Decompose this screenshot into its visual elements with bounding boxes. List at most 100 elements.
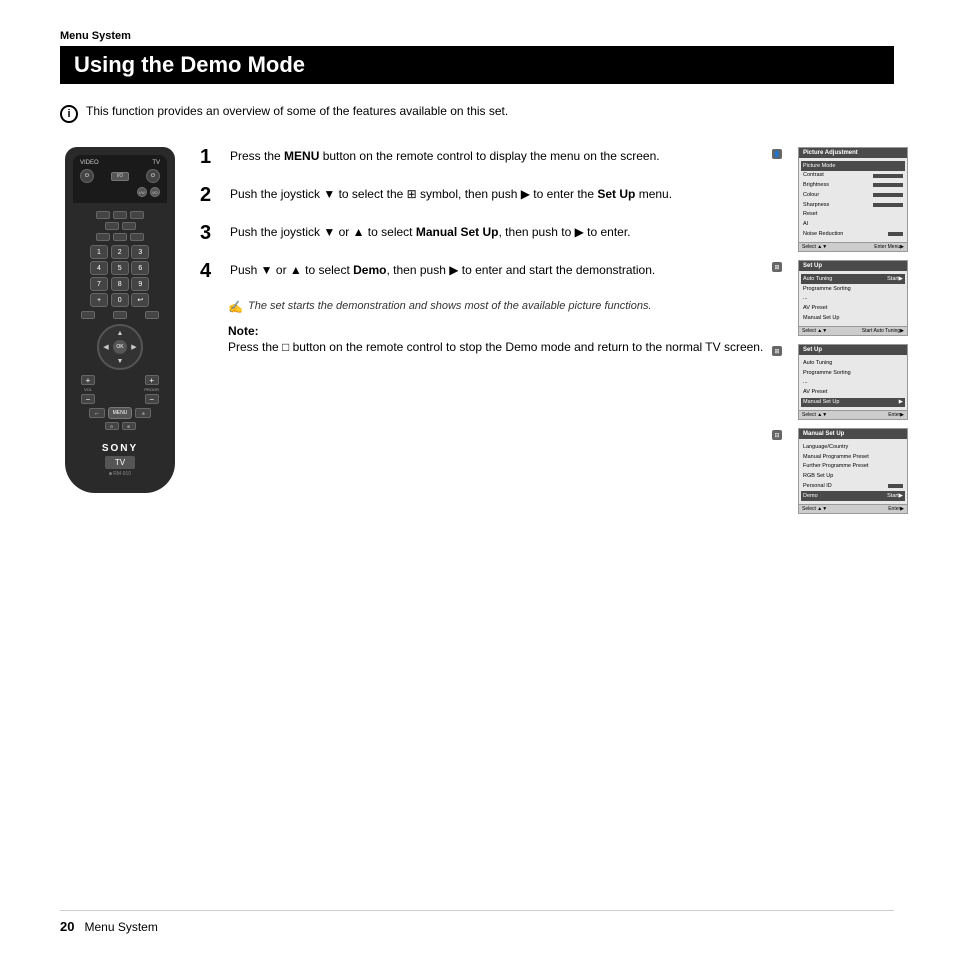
numpad: 1 2 3 4 5 6 7 8 9 + 0 ↩ xyxy=(90,245,150,307)
btn-2[interactable] xyxy=(113,211,127,219)
special-btn-3[interactable] xyxy=(145,311,159,319)
num-3[interactable]: 3 xyxy=(131,245,149,259)
io-btn-1[interactable]: I/Ψ xyxy=(137,187,147,197)
screen-4-row-1: Manual Programme Preset xyxy=(803,452,903,462)
title-bar: Using the Demo Mode xyxy=(60,46,894,84)
special-btn-2[interactable] xyxy=(113,311,127,319)
num-9[interactable]: 9 xyxy=(131,277,149,291)
screen-1-row-2: Brightness xyxy=(803,181,903,191)
btn-7[interactable] xyxy=(113,233,127,241)
step-1: 1 Press the MENU button on the remote co… xyxy=(200,147,764,167)
return-btn[interactable]: ↩ xyxy=(89,408,105,418)
joy-ok[interactable]: OK xyxy=(113,340,127,354)
extra-btn[interactable]: ⊕ xyxy=(135,408,151,418)
btn-1[interactable] xyxy=(96,211,110,219)
screen-3-row-1: Programme Sorting xyxy=(803,368,903,378)
btn-3[interactable] xyxy=(130,211,144,219)
screen-thumb-2-wrapper: ⊞ Set Up Auto TuningStart▶ Programme Sor… xyxy=(784,260,894,336)
screen-2-row-3: AV Preset xyxy=(803,304,903,314)
step-2-text: Push the joystick ▼ to select the ⊞ symb… xyxy=(230,185,764,203)
remote-mid: 1 2 3 4 5 6 7 8 9 + 0 ↩ xyxy=(73,207,167,437)
prog-up[interactable]: + xyxy=(145,375,159,385)
screen-1-row-5: Reset xyxy=(803,210,903,220)
power-tv-button[interactable]: ⏻ xyxy=(146,169,160,183)
prog-down[interactable]: − xyxy=(145,394,159,404)
special-btn-1[interactable] xyxy=(81,311,95,319)
num-5[interactable]: 5 xyxy=(111,261,129,275)
num-8[interactable]: 8 xyxy=(111,277,129,291)
power-button[interactable]: ⏻ xyxy=(80,169,94,183)
screen-3-body: Auto Tuning Programme Sorting ... AV Pre… xyxy=(799,355,907,410)
joy-up[interactable]: ▲ xyxy=(113,326,127,340)
section-label: Menu System xyxy=(60,30,894,42)
small-btns-row3 xyxy=(77,233,163,241)
joy-right[interactable]: ▶ xyxy=(127,340,141,354)
remote-top: VIDEO TV ⏻ I/O ⏻ I/Ψ I/O xyxy=(73,155,167,203)
num-plus[interactable]: + xyxy=(90,293,108,307)
bottom-row: ⊖ ⊕ xyxy=(77,422,163,430)
io-btn-2[interactable]: I/O xyxy=(150,187,160,197)
remote-io-row: I/Ψ I/O xyxy=(78,187,162,197)
bottom-btn-2[interactable]: ⊕ xyxy=(122,422,136,430)
joy-down[interactable]: ▼ xyxy=(113,354,127,368)
joystick[interactable]: ▲ ◀ OK ▶ ▼ xyxy=(97,324,143,370)
joy-bot-left xyxy=(99,354,113,368)
note-text: Press the □ button on the remote control… xyxy=(228,338,764,356)
screen-icon-1: 👤 xyxy=(772,149,782,159)
bottom-btn-1[interactable]: ⊖ xyxy=(105,422,119,430)
special-btns-row xyxy=(77,311,163,319)
screen-thumb-3-wrapper: ⊞ Set Up Auto Tuning Programme Sorting .… xyxy=(784,344,894,420)
screen-1-row-4: Sharpness xyxy=(803,200,903,210)
steps-area: 1 Press the MENU button on the remote co… xyxy=(200,147,764,514)
info-row: i This function provides an overview of … xyxy=(60,104,894,123)
screen-4-row-0: Language/Country xyxy=(803,442,903,452)
screen-icon-3: ⊞ xyxy=(772,346,782,356)
btn-8[interactable] xyxy=(130,233,144,241)
screen-3-row-3: AV Preset xyxy=(803,388,903,398)
num-6[interactable]: 6 xyxy=(131,261,149,275)
screen-2-header: Set Up xyxy=(799,261,907,271)
input-button[interactable]: I/O xyxy=(111,172,129,181)
screen-1-body: Picture Mode Contrast Brightness Colour … xyxy=(799,158,907,242)
page-title: Using the Demo Mode xyxy=(74,52,880,78)
num-7[interactable]: 7 xyxy=(90,277,108,291)
screen-4-row-5: DemoStart▶ xyxy=(801,491,905,501)
screen-1-footer: Select ▲▼Enter Menu▶ xyxy=(799,242,907,251)
num-0[interactable]: 0 xyxy=(111,293,129,307)
btn-5[interactable] xyxy=(122,222,136,230)
info-icon: i xyxy=(60,105,78,123)
joy-top-left xyxy=(99,326,113,340)
vol-down[interactable]: − xyxy=(81,394,95,404)
joy-bot-right xyxy=(127,354,141,368)
vol-up[interactable]: + xyxy=(81,375,95,385)
screen-3-row-4: Manual Set Up▶ xyxy=(801,398,905,408)
step-3: 3 Push the joystick ▼ or ▲ to select Man… xyxy=(200,223,764,243)
intro-text: This function provides an overview of so… xyxy=(86,104,508,118)
num-4[interactable]: 4 xyxy=(90,261,108,275)
note-label: Note: xyxy=(228,324,764,338)
screen-4-row-2: Further Programme Preset xyxy=(803,462,903,472)
num-1[interactable]: 1 xyxy=(90,245,108,259)
screen-thumb-1: Picture Adjustment Picture Mode Contrast… xyxy=(798,147,908,252)
menu-button[interactable]: MENU xyxy=(108,407,133,419)
screen-thumb-4: Manual Set Up Language/Country Manual Pr… xyxy=(798,428,908,514)
step-2-number: 2 xyxy=(200,185,220,205)
screen-4-row-3: RGB Set Up xyxy=(803,472,903,482)
num-2[interactable]: 2 xyxy=(111,245,129,259)
screen-1-header: Picture Adjustment xyxy=(799,148,907,158)
btn-6[interactable] xyxy=(96,233,110,241)
btn-4[interactable] xyxy=(105,222,119,230)
small-btns-row1 xyxy=(77,211,163,219)
screen-thumb-2: Set Up Auto TuningStart▶ Programme Sorti… xyxy=(798,260,908,336)
num-prev[interactable]: ↩ xyxy=(131,293,149,307)
page-number: 20 xyxy=(60,919,74,934)
prog-col: + PROGR − xyxy=(144,375,159,404)
content-area: VIDEO TV ⏻ I/O ⏻ I/Ψ I/O xyxy=(60,147,894,514)
tv-box: TV xyxy=(105,456,135,469)
screens-area: 👤 Picture Adjustment Picture Mode Contra… xyxy=(784,147,894,514)
screen-2-row-2: ... xyxy=(803,294,903,304)
screen-2-body: Auto TuningStart▶ Programme Sorting ... … xyxy=(799,271,907,326)
vol-label: VOL xyxy=(84,387,92,392)
joy-left[interactable]: ◀ xyxy=(99,340,113,354)
screen-3-row-2: ... xyxy=(803,378,903,388)
